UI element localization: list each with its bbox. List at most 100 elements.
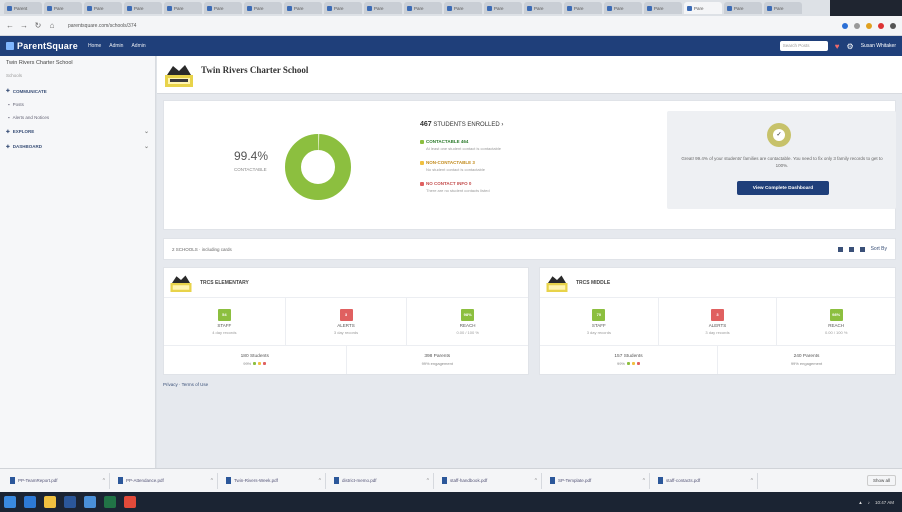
extension-icon[interactable] — [878, 22, 884, 29]
grid-view-icon[interactable] — [837, 246, 843, 252]
school-card[interactable]: TRCS ELEMENTARY 54 STAFF 4 day records 3… — [163, 267, 529, 375]
user-menu[interactable]: Susan Whitaker — [861, 43, 896, 49]
chart-view-icon[interactable] — [859, 246, 865, 252]
clock[interactable]: 10:47 AM — [875, 500, 894, 505]
school-metric[interactable]: 54 STAFF 4 day records — [164, 298, 286, 345]
browser-tab[interactable]: Pare — [764, 2, 802, 14]
start-icon[interactable] — [4, 496, 16, 508]
nav-admin[interactable]: Admin — [109, 43, 123, 49]
download-item[interactable]: staff-handbook.pdf ^ — [438, 472, 542, 489]
nav-admin-2[interactable]: Admin — [131, 43, 145, 49]
sidebar-item-dashboard[interactable]: ✚ DASHBOARD ⌄ — [6, 143, 149, 151]
browser-tab[interactable]: Pare — [44, 2, 82, 14]
app-icon[interactable] — [84, 496, 96, 508]
settings-icon[interactable]: ⚙ — [847, 42, 854, 51]
home-icon[interactable]: ⌂ — [48, 21, 56, 30]
download-item[interactable]: PP-Attendance.pdf ^ — [114, 472, 218, 489]
school-metric[interactable]: 70 STAFF 3 day records — [540, 298, 659, 345]
download-item[interactable]: SP-Template.pdf ^ — [546, 472, 650, 489]
stat-contactable-desc: At least one student contact is contacta… — [426, 146, 501, 151]
chevron-up-icon[interactable]: ^ — [211, 478, 213, 484]
forward-icon[interactable]: → — [20, 21, 28, 30]
chevron-up-icon[interactable]: ^ — [643, 478, 645, 484]
parents-summary[interactable]: 240 Parents 99% engagement — [718, 346, 895, 374]
school-card-title[interactable]: TRCS MIDDLE — [576, 280, 610, 286]
nav-home[interactable]: Home — [88, 43, 101, 49]
volume-icon[interactable]: ♪ — [868, 500, 870, 505]
browser-tab[interactable]: Pare — [124, 2, 162, 14]
browser-tab[interactable]: Pare — [524, 2, 562, 14]
chevron-up-icon[interactable]: ^ — [319, 478, 321, 484]
sidebar-item-communicate[interactable]: ✚ COMMUNICATE — [6, 88, 149, 94]
sidebar-item-posts[interactable]: ▪ Posts — [8, 102, 149, 107]
browser-tab[interactable]: Pare — [564, 2, 602, 14]
browser-tab[interactable]: Parent — [4, 2, 42, 14]
browser-tab[interactable]: Pare — [404, 2, 442, 14]
students-summary[interactable]: 180 Students 99% — [164, 346, 347, 374]
browser-tab[interactable]: Pare — [724, 2, 762, 14]
chevron-up-icon[interactable]: ^ — [103, 478, 105, 484]
chevron-up-icon[interactable]: ^ — [751, 478, 753, 484]
browser-tab[interactable]: Pare — [244, 2, 282, 14]
parents-summary[interactable]: 398 Parents 99% engagement — [347, 346, 529, 374]
download-item[interactable]: PP-TeamReport.pdf ^ — [6, 472, 110, 489]
app-logo[interactable]: ParentSquare — [6, 41, 78, 51]
browser-tab[interactable]: Pare — [284, 2, 322, 14]
word-icon[interactable] — [64, 496, 76, 508]
school-metric[interactable]: 3 ALERTS 3 day records — [659, 298, 778, 345]
excel-icon[interactable] — [104, 496, 116, 508]
school-metric[interactable]: 3 ALERTS 3 day records — [286, 298, 408, 345]
stat-noncontactable[interactable]: NON-CONTACTABLE 3 — [420, 160, 570, 165]
chevron-down-icon[interactable]: ⌄ — [144, 128, 149, 135]
stat-nocontact[interactable]: NO CONTACT INFO 0 — [420, 181, 570, 186]
school-metrics: 70 STAFF 3 day records 3 ALERTS 3 day re… — [540, 298, 895, 346]
window-controls[interactable] — [830, 0, 902, 16]
sort-dropdown[interactable]: Sort By — [871, 246, 887, 252]
download-item[interactable]: district-memo.pdf ^ — [330, 472, 434, 489]
extension-icon[interactable] — [842, 22, 848, 29]
browser-tab[interactable]: Pare — [204, 2, 242, 14]
chrome-icon[interactable] — [124, 496, 136, 508]
school-metric[interactable]: 98% REACH 0.00 / 100 % — [777, 298, 895, 345]
browser-tab[interactable]: Pare — [84, 2, 122, 14]
school-card-title[interactable]: TRCS ELEMENTARY — [200, 280, 249, 286]
extension-icon[interactable] — [854, 22, 860, 29]
edge-icon[interactable] — [24, 496, 36, 508]
chevron-down-icon[interactable]: ⌄ — [144, 143, 149, 150]
show-all-downloads-button[interactable]: Show all — [866, 475, 896, 486]
sidebar-item-alerts-and-notices[interactable]: ▪ Alerts and Notices — [8, 115, 149, 120]
browser-tab[interactable]: Pare — [604, 2, 642, 14]
browser-tab[interactable]: Pare — [324, 2, 362, 14]
download-item[interactable]: Twin-Rivers-Week.pdf ^ — [222, 472, 326, 489]
heart-icon[interactable]: ♥ — [835, 42, 840, 51]
contact-stats: 467 STUDENTS ENROLLED › CONTACTABLE 464 … — [420, 121, 570, 202]
address-bar[interactable]: parentsquare.com/schools/374 — [68, 23, 136, 29]
browser-tab[interactable]: Pare — [164, 2, 202, 14]
back-icon[interactable]: ← — [6, 21, 14, 30]
students-total[interactable]: 467 STUDENTS ENROLLED › — [420, 121, 570, 128]
browser-tab[interactable]: Pare — [484, 2, 522, 14]
chevron-up-icon[interactable]: ^ — [535, 478, 537, 484]
reload-icon[interactable]: ↻ — [34, 21, 42, 30]
sidebar-school-name[interactable]: Twin Rivers Charter School — [6, 60, 149, 66]
search-input[interactable]: Search Posts — [779, 41, 828, 51]
chevron-up-icon[interactable]: ^ — [427, 478, 429, 484]
extension-icon[interactable] — [866, 22, 872, 29]
view-dashboard-button[interactable]: View Complete Dashboard — [737, 181, 829, 195]
sidebar-subtitle[interactable]: Schools — [6, 73, 149, 78]
school-card[interactable]: TRCS MIDDLE 70 STAFF 3 day records 3 ALE… — [539, 267, 896, 375]
browser-tab[interactable]: Pare — [684, 2, 722, 14]
stat-contactable[interactable]: CONTACTABLE 464 — [420, 139, 570, 144]
list-view-icon[interactable] — [848, 246, 854, 252]
download-item[interactable]: staff-contacts.pdf ^ — [654, 472, 758, 489]
browser-tab[interactable]: Pare — [644, 2, 682, 14]
students-summary[interactable]: 157 Students 99% — [540, 346, 718, 374]
folder-icon[interactable] — [44, 496, 56, 508]
browser-tab[interactable]: Pare — [444, 2, 482, 14]
sidebar-item-explore[interactable]: ✚ EXPLORE ⌄ — [6, 128, 149, 136]
privacy-links[interactable]: Privacy · Terms of Use — [163, 382, 208, 387]
profile-icon[interactable] — [890, 22, 896, 29]
network-icon[interactable]: ▲ — [858, 500, 862, 505]
browser-tab[interactable]: Pare — [364, 2, 402, 14]
school-metric[interactable]: 98% REACH 0.00 / 100 % — [407, 298, 528, 345]
